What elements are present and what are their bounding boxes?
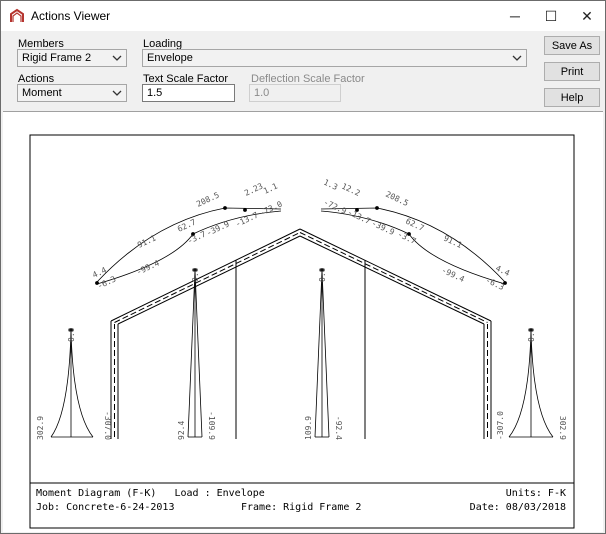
members-dropdown[interactable]: Rigid Frame 2 (17, 49, 127, 67)
label-col-c-right: -92.4 (334, 416, 343, 440)
help-button[interactable]: Help (544, 88, 600, 107)
label-rr-8: 62.7 (404, 217, 425, 233)
chevron-down-icon (112, 55, 122, 61)
minimize-icon: ─ (510, 8, 520, 24)
close-button[interactable]: ✕ (569, 1, 605, 31)
label-col-b-top: 0.0 (191, 267, 200, 282)
actions-value: Moment (22, 87, 62, 99)
maximize-button[interactable]: ☐ (533, 1, 569, 31)
label-col-d-right: 302.9 (558, 416, 567, 440)
actions-viewer-window: Actions Viewer ─ ☐ ✕ Members Rigid Frame… (0, 0, 606, 534)
rigid-frame (110, 228, 492, 439)
members-value: Rigid Frame 2 (22, 52, 92, 64)
frame-app-icon (9, 8, 25, 24)
label-col-b-right: -109.9 (207, 411, 216, 440)
label-lr-10: -73.0 (258, 199, 284, 217)
column-b-moment (187, 268, 203, 438)
label-rr-1: 1.3 (322, 178, 339, 192)
label-rr-7: -3.7 (396, 230, 417, 246)
chevron-down-icon (112, 90, 122, 96)
footer-job: Job: Concrete-6-24-2013 (36, 502, 174, 513)
footer-date: Date: 08/03/2018 (470, 502, 566, 513)
label-lr-12: 1.1 (262, 181, 279, 195)
label-rr-5: -13.7 (346, 208, 372, 226)
minimize-button[interactable]: ─ (497, 1, 533, 31)
label-col-c-left: 109.9 (304, 416, 313, 440)
label-col-d-top: 0.0 (527, 327, 536, 342)
footer-frame: Frame: Rigid Frame 2 (241, 502, 361, 513)
print-button[interactable]: Print (544, 62, 600, 81)
label-rr-9: 91.1 (442, 234, 463, 250)
maximize-icon: ☐ (544, 7, 558, 24)
label-rr-12: -6.3 (484, 276, 505, 292)
label-rr-11: 4.4 (494, 264, 511, 278)
footer-units: Units: F-K (506, 488, 566, 499)
actions-dropdown[interactable]: Moment (17, 84, 127, 102)
label-lr-6: -99.4 (135, 258, 161, 276)
loading-dropdown[interactable]: Envelope (142, 49, 527, 67)
label-col-c-top: 0.0 (318, 267, 327, 282)
label-rr-6: -39.9 (370, 219, 396, 237)
label-lr-1: 208.5 (195, 190, 221, 208)
label-col-b-left: 92.4 (177, 421, 186, 440)
label-col-d-left: -307.0 (496, 411, 505, 440)
column-c-moment (314, 268, 330, 438)
label-lr-2: 62.7 (176, 217, 197, 233)
loading-value: Envelope (147, 52, 193, 64)
label-rr-10: -99.4 (440, 266, 466, 284)
label-lr-3: 91.1 (136, 233, 157, 249)
label-lr-9: -13.7 (234, 210, 260, 228)
label-rr-2: 12.2 (340, 182, 361, 198)
label-lr-8: -39.9 (205, 219, 231, 237)
title-bar: Actions Viewer ─ ☐ ✕ (1, 1, 605, 31)
moment-diagram: 208.5 62.7 91.1 4.4 -6.3 -99.4 -3.7 -39.… (29, 134, 575, 529)
window-title: Actions Viewer (31, 9, 111, 23)
label-lr-11: 2.23 (243, 181, 264, 197)
label-col-a-right: -307.0 (103, 411, 112, 440)
label-rr-3: 208.5 (384, 190, 410, 208)
footer-title: Moment Diagram (F-K) Load : Envelope (36, 488, 265, 499)
close-icon: ✕ (581, 7, 593, 24)
column-a-moment (50, 328, 94, 438)
label-rr-4: -72.9 (322, 198, 348, 216)
diagram-canvas: 208.5 62.7 91.1 4.4 -6.3 -99.4 -3.7 -39.… (3, 111, 603, 532)
save-as-button[interactable]: Save As (544, 36, 600, 55)
label-col-a-left: 302.9 (36, 416, 45, 440)
label-col-a-top: 0.0 (67, 327, 76, 342)
label-lr-7: -3.7 (186, 229, 207, 245)
column-d-moment (508, 328, 554, 438)
deflection-scale-input (249, 84, 341, 102)
chevron-down-icon (512, 55, 522, 61)
text-scale-input[interactable] (142, 84, 235, 102)
